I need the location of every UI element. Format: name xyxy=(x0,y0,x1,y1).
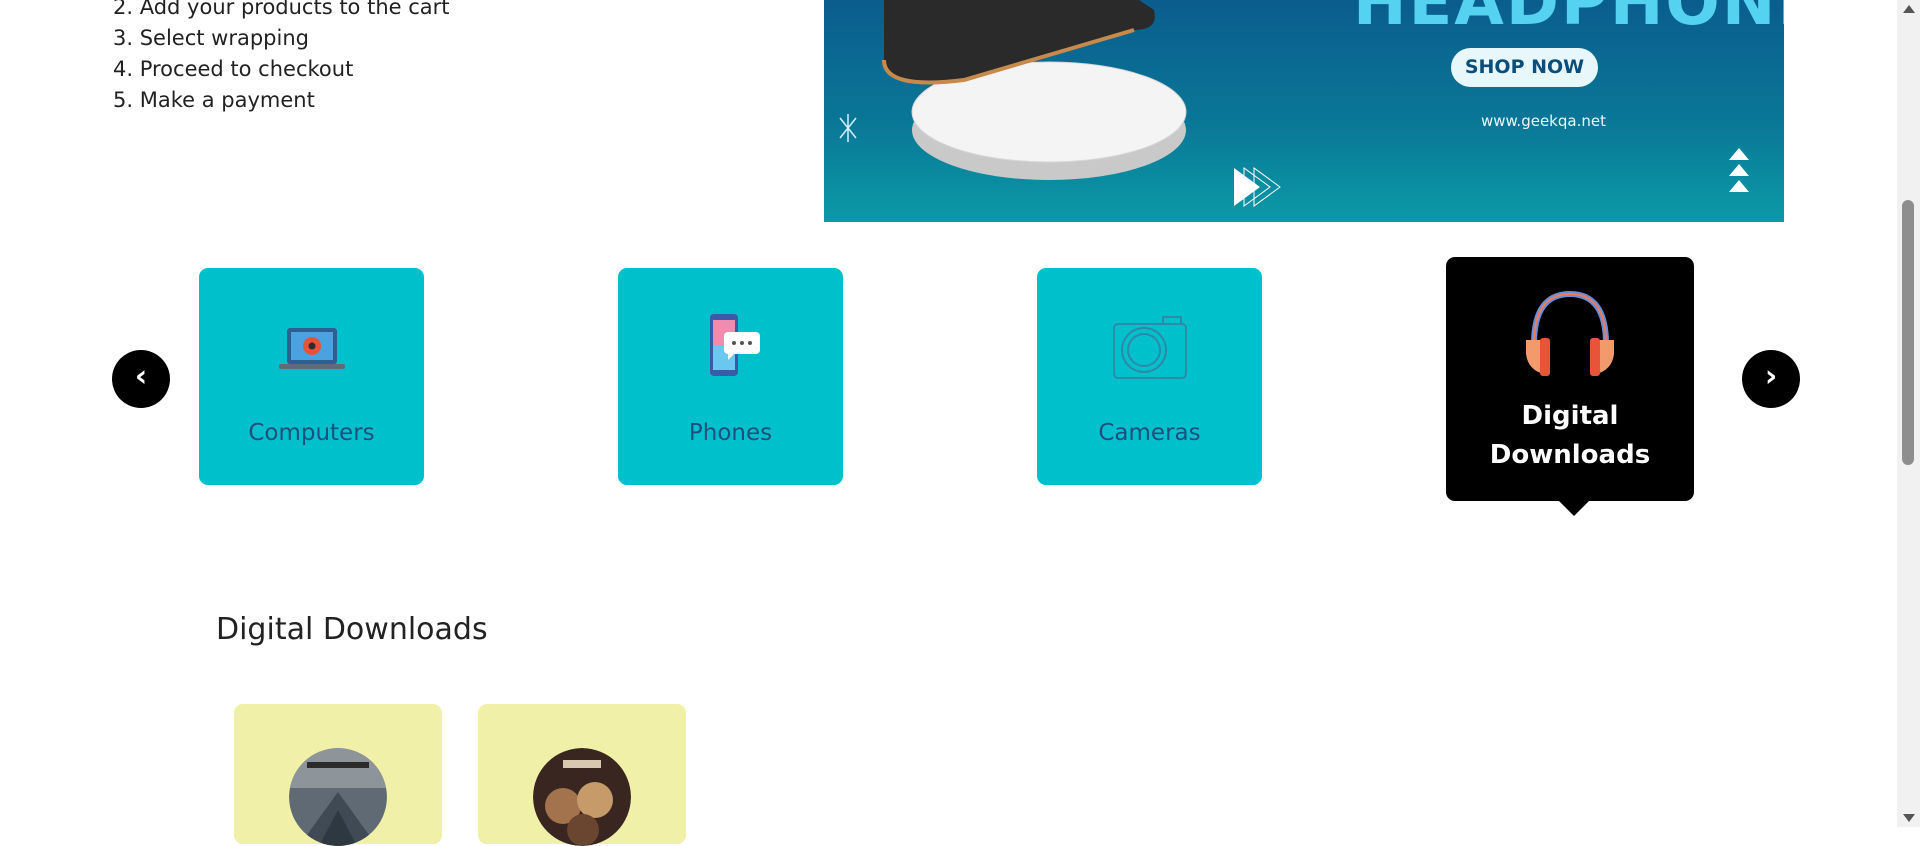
step-item: 4. Proceed to checkout xyxy=(113,57,354,81)
checkout-steps-list: 2. Add your products to the cart 3. Sele… xyxy=(113,0,450,116)
carousel-prev-button[interactable]: ‹ xyxy=(112,350,170,408)
category-computers[interactable]: Computers xyxy=(199,268,424,485)
section-title: Digital Downloads xyxy=(216,612,488,647)
step-item: 5. Make a payment xyxy=(113,88,315,112)
headphones-icon xyxy=(1526,290,1614,376)
smartphone-chat-icon xyxy=(710,314,760,376)
album-cover-night-visions-icon xyxy=(289,748,387,846)
banner-headline: HEADPHONE xyxy=(1353,0,1784,40)
category-label: Digital Downloads xyxy=(1489,401,1651,470)
scroll-down-icon[interactable] xyxy=(1903,814,1915,822)
camera-icon xyxy=(1113,316,1187,379)
active-pointer-icon xyxy=(1558,500,1590,516)
banner-website: www.geekqa.net xyxy=(1481,112,1606,130)
scroll-up-icon[interactable] xyxy=(1903,5,1915,13)
shop-now-button[interactable]: SHOP NOW xyxy=(1451,48,1598,87)
promo-banner[interactable]: HEADPHONE SHOP NOW www.geekqa.net xyxy=(824,0,1784,222)
category-label: Computers xyxy=(248,420,375,446)
step-item: 2. Add your products to the cart xyxy=(113,0,450,19)
category-label: Phones xyxy=(688,420,773,446)
album-cover-london-grammar-icon xyxy=(533,748,631,846)
product-card[interactable] xyxy=(234,704,442,846)
category-phones[interactable]: Phones xyxy=(618,268,843,485)
category-label: Cameras xyxy=(1098,420,1201,446)
category-digital-downloads[interactable]: Digital Downloads xyxy=(1446,257,1694,516)
scrollbar-thumb[interactable] xyxy=(1902,200,1914,465)
laptop-icon xyxy=(279,328,345,369)
category-cameras[interactable]: Cameras xyxy=(1037,268,1262,485)
product-card[interactable] xyxy=(478,704,686,846)
vertical-scrollbar[interactable] xyxy=(1897,0,1920,827)
step-item: 3. Select wrapping xyxy=(113,26,309,50)
carousel-next-button[interactable]: › xyxy=(1742,350,1800,408)
